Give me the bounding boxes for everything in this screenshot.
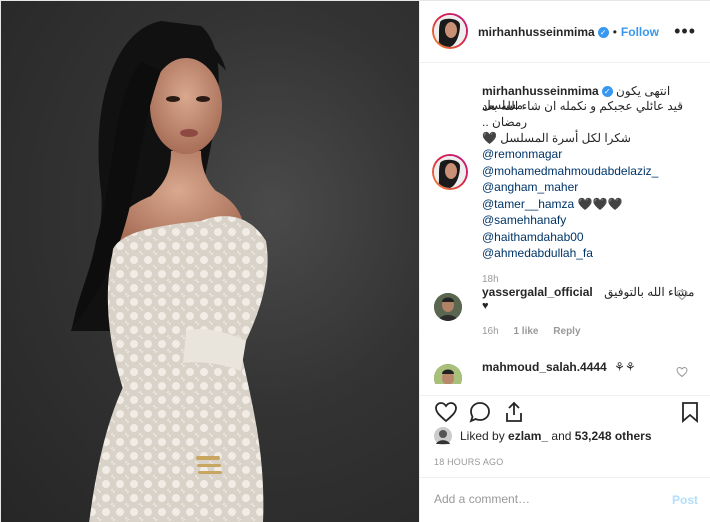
header-avatar — [434, 15, 466, 47]
mention-link-tamer: @tamer__hamza 🖤🖤🖤 — [482, 196, 692, 213]
comment-username[interactable]: yassergalal_official — [482, 285, 593, 299]
caption-line-3: شكرا لكل أسرة المسلسل 🖤 — [482, 131, 631, 145]
comment-avatar[interactable] — [434, 293, 462, 321]
likes-summary: Liked by ezlam_ and 53,248 others — [434, 427, 704, 447]
mention-link[interactable]: @tamer__hamza — [482, 197, 574, 211]
follow-button[interactable]: Follow — [621, 25, 659, 39]
caption-username[interactable]: mirhanhusseinmima — [482, 84, 599, 98]
comment-item: yassergalal_official مشاء الله بالتوفيق … — [420, 279, 710, 339]
woman-in-white-lace-dress-image — [71, 21, 268, 522]
comment-input[interactable] — [434, 492, 654, 506]
heart-icon[interactable] — [434, 400, 458, 424]
comment-item: mahmoud_salah.4444 ⚘⚘ — [420, 356, 710, 384]
mention-link[interactable]: @samehhanafy — [482, 212, 692, 229]
mention-link[interactable]: @remonmagar — [482, 146, 692, 163]
heart-icon[interactable] — [676, 366, 688, 378]
add-comment-bar: Post — [420, 477, 710, 522]
comment-time: 16h — [482, 326, 499, 337]
action-bar — [420, 395, 710, 425]
profile-photo-icon — [434, 156, 466, 188]
post-timestamp[interactable]: 18 HOURS AGO — [434, 457, 503, 467]
caption-avatar-ring[interactable] — [432, 154, 468, 190]
likes-count[interactable]: 53,248 others — [575, 429, 652, 443]
post-details-panel: mirhanhusseinmima ✓ • Follow ••• mirhanhuss… — [419, 1, 710, 522]
likes-prefix: Liked by — [460, 429, 505, 443]
share-icon[interactable] — [502, 400, 526, 424]
mention-link[interactable]: @angham_maher — [482, 179, 692, 196]
comment-text: ⚘⚘ — [614, 360, 636, 374]
verified-icon: ✓ — [601, 86, 613, 98]
liker-username[interactable]: ezlam_ — [508, 429, 548, 443]
reply-button[interactable]: Reply — [553, 326, 580, 337]
profile-photo-icon — [434, 15, 466, 47]
comment-body: mahmoud_salah.4444 ⚘⚘ — [482, 360, 636, 374]
comments-list[interactable]: mirhanhusseinmima ✓ انتهى يكون مسلسل قيد … — [420, 64, 710, 384]
commenter-photo-icon — [434, 293, 462, 321]
mention-link[interactable]: @mohamedmahmoudabdelaziz_ — [482, 163, 692, 180]
caption-line-2: قيد عائلي عجبكم و نكمله ان شاء الله بعد … — [482, 99, 684, 129]
commenter-photo-icon — [434, 364, 462, 384]
post-photo[interactable] — [1, 1, 419, 522]
post-header: mirhanhusseinmima ✓ • Follow ••• — [420, 1, 710, 63]
more-icon[interactable]: ••• — [674, 21, 696, 42]
caption-avatar — [434, 156, 466, 188]
verified-icon: ✓ — [597, 27, 609, 39]
comment-likes[interactable]: 1 like — [513, 326, 538, 337]
comment-heart: ♥ — [482, 300, 489, 312]
header-username[interactable]: mirhanhusseinmima — [478, 25, 595, 39]
header-separator: • — [612, 25, 617, 39]
post-button[interactable]: Post — [672, 493, 698, 507]
comment-avatar[interactable] — [434, 364, 462, 384]
comment-username[interactable]: mahmoud_salah.4444 — [482, 360, 607, 374]
hearts-emoji: 🖤🖤🖤 — [577, 196, 623, 211]
caption-text: قيد عائلي عجبكم و نكمله ان شاء الله بعد … — [482, 98, 692, 288]
likes-and: and — [551, 429, 572, 443]
bookmark-icon[interactable] — [678, 400, 702, 424]
post-card: mirhanhusseinmima ✓ • Follow ••• mirhanhuss… — [0, 0, 710, 522]
mention-link[interactable]: @haithamdahab00 — [482, 229, 692, 246]
liker-avatar[interactable] — [434, 427, 452, 445]
comment-body: yassergalal_official مشاء الله بالتوفيق — [482, 285, 694, 299]
likes-text: Liked by ezlam_ and 53,248 others — [460, 429, 652, 443]
comment-icon[interactable] — [468, 400, 492, 424]
mention-link[interactable]: @ahmedabdullah_fa — [482, 245, 692, 262]
comment-meta: 16h 1 like Reply — [482, 326, 581, 337]
header-user-line: mirhanhusseinmima ✓ • Follow — [478, 25, 659, 39]
header-avatar-ring[interactable] — [432, 13, 468, 49]
heart-icon[interactable] — [676, 289, 688, 301]
